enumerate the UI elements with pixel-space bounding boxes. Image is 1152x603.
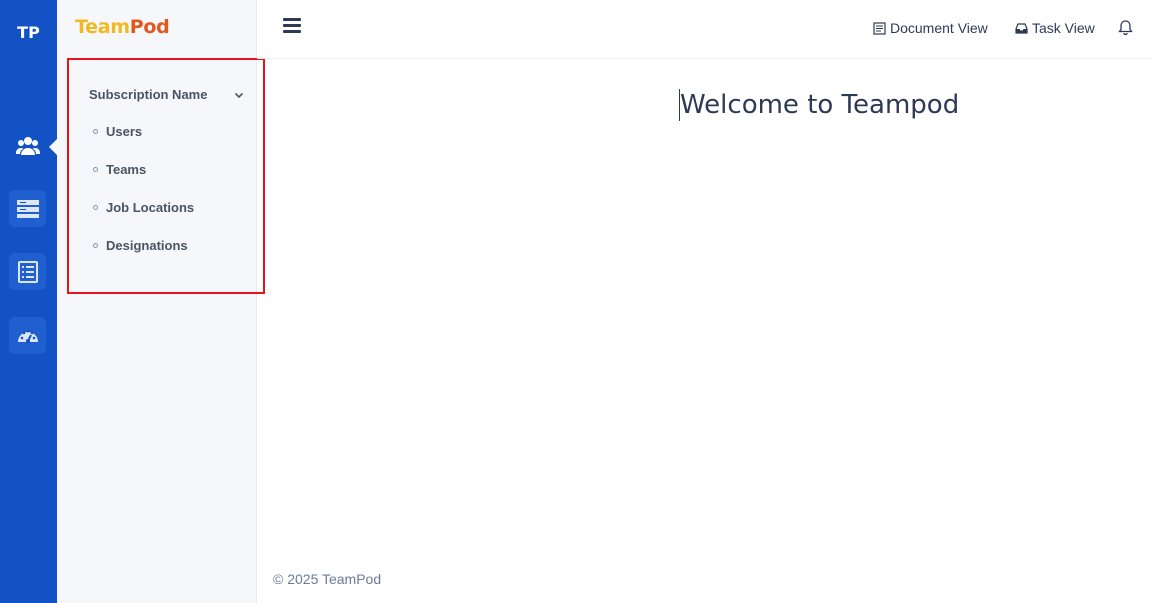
document-view-label: Document View — [890, 20, 988, 36]
dashboard-gauge-icon — [17, 329, 38, 343]
top-bar: Document View Task View — [257, 0, 1152, 59]
task-view-label: Task View — [1032, 20, 1095, 36]
rail-server-button[interactable] — [9, 190, 46, 227]
document-icon — [873, 21, 886, 35]
checklist-icon — [17, 260, 38, 283]
sidebar-item-label: Teams — [106, 162, 147, 177]
chevron-down-icon — [234, 92, 244, 98]
icon-rail: TP — [0, 0, 57, 603]
logo-team-text: Team — [75, 16, 130, 38]
rail-users-button[interactable] — [9, 127, 46, 164]
sidebar-item-label: Designations — [106, 238, 188, 253]
users-icon — [15, 136, 40, 155]
sidebar-item-designations[interactable]: Designations — [93, 238, 188, 253]
sidebar-item-label: Users — [106, 124, 143, 139]
sidebar: TeamPod Subscription Name Users Teams Jo… — [57, 0, 265, 603]
rail-checklist-button[interactable] — [9, 253, 46, 290]
subscription-menu-toggle[interactable]: Subscription Name — [89, 87, 245, 102]
task-view-link[interactable]: Task View — [1015, 20, 1095, 36]
sidebar-item-job-locations[interactable]: Job Locations — [93, 200, 194, 215]
sidebar-item-teams[interactable]: Teams — [93, 162, 146, 177]
subscription-title: Subscription Name — [89, 87, 208, 102]
active-pointer — [49, 139, 57, 155]
welcome-heading: Welcome to Teampod — [679, 89, 960, 121]
rail-dashboard-button[interactable] — [9, 317, 46, 354]
inbox-icon — [1015, 22, 1028, 34]
bullet-icon — [93, 243, 98, 248]
bullet-icon — [93, 129, 98, 134]
teampod-logo[interactable]: TeamPod — [75, 16, 170, 38]
document-view-link[interactable]: Document View — [873, 20, 988, 36]
footer-copyright: © 2025 TeamPod — [273, 571, 382, 587]
logo-pod-text: Pod — [129, 16, 170, 38]
rail-brand[interactable]: TP — [0, 23, 57, 42]
server-icon — [16, 199, 39, 218]
hamburger-menu-icon[interactable] — [283, 18, 301, 34]
bullet-icon — [93, 205, 98, 210]
bullet-icon — [93, 167, 98, 172]
subscription-menu: Subscription Name Users Teams Job Locati… — [67, 58, 265, 294]
sidebar-item-label: Job Locations — [106, 200, 195, 215]
sidebar-item-users[interactable]: Users — [93, 124, 142, 139]
bell-icon[interactable] — [1117, 19, 1134, 36]
